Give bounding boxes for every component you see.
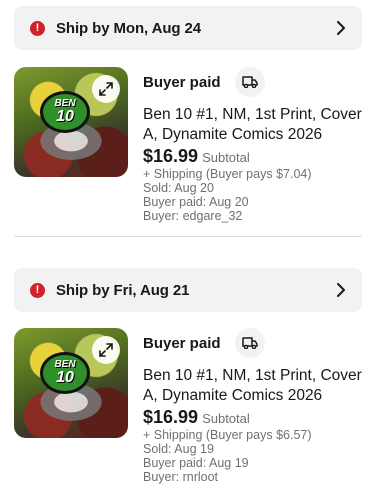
order-info: Buyer paid Ben 10 #1, NM, 1st Print, Cov… — [143, 67, 367, 223]
chevron-right-icon — [334, 21, 348, 35]
buyer-name[interactable]: Buyer: edgare_32 — [143, 209, 367, 223]
order-info: Buyer paid Ben 10 #1, NM, 1st Print, Cov… — [143, 328, 367, 484]
order-status: Buyer paid — [143, 334, 221, 352]
shipping-info: + Shipping (Buyer pays $6.57) — [143, 428, 312, 442]
chevron-right-icon — [334, 283, 348, 297]
shipping-info: + Shipping (Buyer pays $7.04) — [143, 167, 312, 181]
ship-by-label: Ship by Fri, Aug 21 — [56, 281, 190, 299]
truck-icon[interactable] — [234, 328, 265, 358]
divider — [14, 236, 362, 237]
buyer-paid-date: Buyer paid: Aug 19 — [143, 456, 249, 470]
ship-by-label: Ship by Mon, Aug 24 — [56, 19, 202, 37]
sold-date: Sold: Aug 20 — [143, 181, 214, 195]
item-price: $16.99 — [143, 146, 199, 166]
ship-by-banner[interactable]: ! Ship by Fri, Aug 21 — [14, 268, 362, 312]
expand-icon[interactable] — [92, 75, 120, 103]
alert-icon: ! — [30, 282, 45, 298]
alert-icon: ! — [30, 20, 45, 36]
truck-icon[interactable] — [234, 67, 265, 97]
item-title[interactable]: Ben 10 #1, NM, 1st Print, Cover A, Dynam… — [143, 366, 367, 406]
item-title[interactable]: Ben 10 #1, NM, 1st Print, Cover A, Dynam… — [143, 105, 367, 145]
comic-logo: BEN 10 — [40, 91, 90, 133]
price-note: Subtotal — [202, 411, 250, 426]
expand-icon[interactable] — [92, 336, 120, 364]
ship-by-banner[interactable]: ! Ship by Mon, Aug 24 — [14, 6, 362, 50]
item-price: $16.99 — [143, 407, 199, 427]
item-thumbnail[interactable]: BEN 10 — [14, 67, 128, 177]
buyer-paid-date: Buyer paid: Aug 20 — [143, 195, 249, 209]
item-thumbnail[interactable]: BEN 10 — [14, 328, 128, 438]
price-note: Subtotal — [202, 150, 250, 165]
buyer-name[interactable]: Buyer: rnrloot — [143, 470, 367, 484]
order-status: Buyer paid — [143, 73, 221, 91]
sold-date: Sold: Aug 19 — [143, 442, 214, 456]
comic-logo: BEN 10 — [40, 352, 90, 394]
